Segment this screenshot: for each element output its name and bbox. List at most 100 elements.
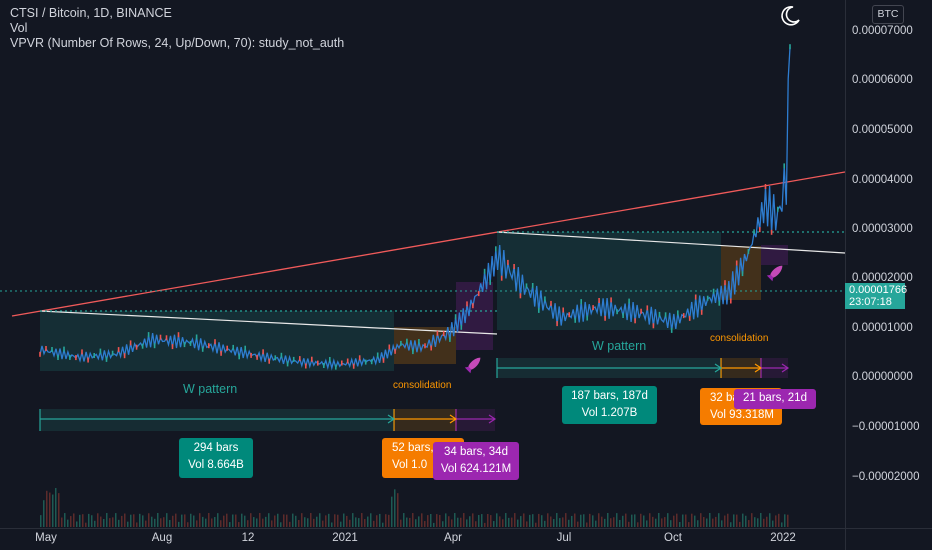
volume-bar bbox=[304, 517, 306, 527]
volume-bar bbox=[76, 521, 78, 527]
volume-bar bbox=[772, 520, 774, 527]
volume-bar bbox=[247, 520, 249, 527]
volume-bar bbox=[373, 520, 375, 527]
volume-bar bbox=[40, 515, 42, 527]
volume-bar bbox=[529, 514, 531, 527]
volume-bar bbox=[634, 514, 636, 527]
candle bbox=[232, 344, 234, 350]
volume-bar bbox=[526, 521, 528, 527]
currency-scale-button[interactable]: BTC bbox=[872, 5, 904, 24]
volume-bar bbox=[94, 520, 96, 527]
candle bbox=[677, 310, 679, 316]
volume-bar bbox=[388, 514, 390, 527]
candle bbox=[135, 344, 138, 350]
candle bbox=[305, 363, 307, 369]
volume-bar bbox=[250, 513, 252, 527]
candle bbox=[568, 312, 570, 318]
volume-bar bbox=[430, 513, 432, 527]
vpvr-indicator-label[interactable]: VPVR (Number Of Rows, 24, Up/Down, 70): … bbox=[10, 36, 344, 51]
time-axis[interactable] bbox=[0, 528, 845, 550]
volume-bar bbox=[685, 514, 687, 527]
volume-bar bbox=[577, 521, 579, 527]
volume-bar bbox=[82, 514, 84, 527]
candle bbox=[183, 342, 186, 348]
volume-bar bbox=[136, 522, 138, 527]
volume-bar bbox=[103, 519, 105, 527]
candle bbox=[117, 347, 120, 353]
candle bbox=[466, 301, 468, 307]
candle bbox=[382, 357, 385, 363]
volume-bar bbox=[130, 514, 132, 527]
volume-bar bbox=[496, 513, 498, 527]
measure-box-187: 187 bars, 187d Vol 1.207B bbox=[562, 386, 657, 424]
purple-box-1 bbox=[456, 282, 493, 350]
price-tick-label: 0.00003000 bbox=[852, 223, 913, 235]
volume-bar bbox=[277, 513, 279, 527]
volume-bar bbox=[91, 515, 93, 527]
moon-icon[interactable] bbox=[779, 5, 801, 27]
volume-bar bbox=[121, 515, 123, 527]
volume-bar bbox=[583, 514, 585, 527]
candle bbox=[664, 312, 667, 318]
candle bbox=[777, 206, 779, 212]
volume-bar bbox=[418, 516, 420, 527]
volume-bar bbox=[478, 514, 480, 527]
volume-bar bbox=[187, 522, 189, 527]
time-tick-label: Oct bbox=[664, 532, 682, 544]
volume-bar bbox=[748, 520, 750, 527]
candle bbox=[783, 163, 785, 169]
volume-bar bbox=[268, 513, 270, 527]
volume-bar bbox=[376, 515, 378, 527]
candle bbox=[299, 356, 301, 362]
volume-bar bbox=[742, 513, 744, 527]
consolidation-label-2: consolidation bbox=[710, 333, 769, 344]
candle bbox=[189, 340, 192, 346]
volume-bar bbox=[100, 516, 102, 527]
volume-bar bbox=[736, 514, 738, 527]
measure-box-34: 34 bars, 34d Vol 624.121M bbox=[433, 442, 519, 480]
volume-bar bbox=[118, 519, 120, 527]
candle bbox=[477, 291, 480, 297]
candle bbox=[418, 339, 420, 344]
volume-bar bbox=[199, 513, 201, 527]
symbol-title[interactable]: CTSI / Bitcoin, 1D, BINANCE bbox=[10, 6, 344, 21]
volume-bar bbox=[88, 513, 90, 527]
time-tick-label: Apr bbox=[444, 532, 462, 544]
volume-bar bbox=[421, 513, 423, 527]
volume-bar bbox=[214, 517, 216, 527]
volume-bar bbox=[163, 517, 165, 527]
volume-bar bbox=[190, 513, 192, 527]
price-tick-label: 0.00000000 bbox=[852, 371, 913, 383]
volume-bar bbox=[694, 515, 696, 527]
candle bbox=[81, 349, 83, 355]
candle bbox=[770, 229, 773, 235]
candle bbox=[111, 350, 114, 356]
volume-bar bbox=[265, 516, 267, 527]
candle bbox=[430, 345, 432, 351]
candle bbox=[335, 364, 337, 370]
volume-bar bbox=[457, 517, 459, 527]
volume-bar bbox=[604, 518, 606, 527]
volume-bar bbox=[487, 514, 489, 527]
price-tick-label: 0.00007000 bbox=[852, 25, 913, 37]
volume-bar bbox=[553, 519, 555, 527]
candle bbox=[604, 315, 606, 321]
volume-bar bbox=[256, 518, 258, 527]
volume-bar bbox=[448, 516, 450, 527]
volume-bar bbox=[622, 515, 624, 527]
volume-bar bbox=[538, 513, 540, 527]
candle bbox=[364, 359, 367, 365]
volume-bar bbox=[58, 493, 60, 527]
candle bbox=[652, 323, 655, 329]
volume-bar bbox=[733, 514, 735, 527]
volume-bar bbox=[406, 517, 408, 527]
candle bbox=[764, 184, 767, 189]
price-tick-label: 0.00006000 bbox=[852, 74, 913, 86]
volume-indicator-label[interactable]: Vol bbox=[10, 21, 344, 36]
candle bbox=[153, 343, 156, 349]
volume-bar bbox=[439, 514, 441, 527]
volume-bar bbox=[106, 513, 108, 527]
candle bbox=[238, 354, 240, 360]
candle bbox=[507, 259, 509, 265]
volume-bar bbox=[673, 515, 675, 527]
